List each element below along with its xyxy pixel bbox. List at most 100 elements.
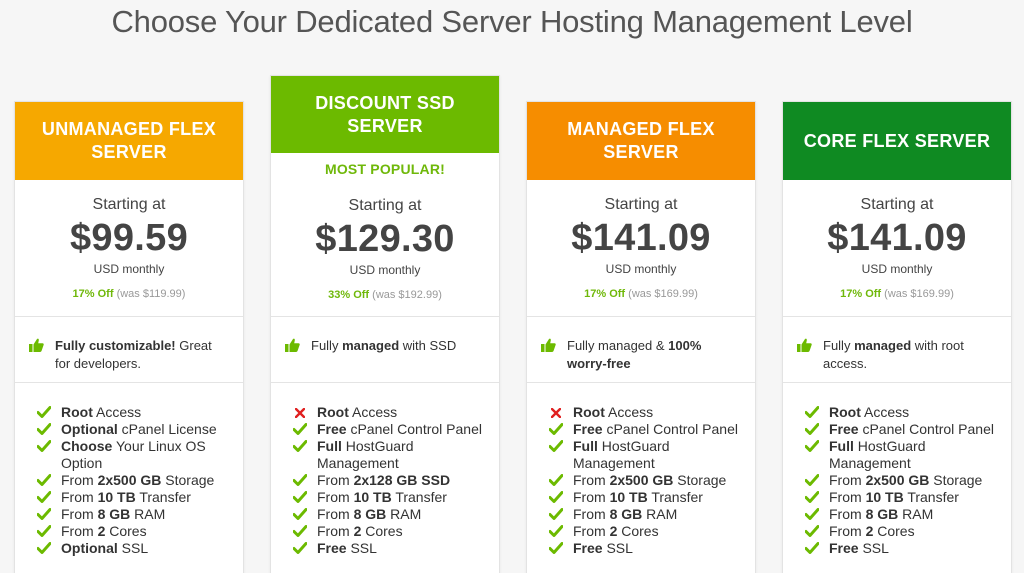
original-price: (was $192.99): [372, 289, 442, 301]
feature-text-part: Cores: [873, 523, 915, 539]
feature-text: Root Access: [317, 404, 397, 421]
checkmark-icon: [293, 525, 309, 540]
feature-text: Full HostGuard Management: [317, 438, 499, 472]
feature-text-part: From: [573, 523, 610, 539]
feature-text-part: SSL: [346, 540, 377, 556]
feature-text-part: Free: [317, 540, 347, 556]
feature-text: From 2 Cores: [829, 523, 915, 540]
feature-text-part: From: [317, 506, 354, 522]
feature-text-part: From: [829, 523, 866, 539]
feature-text: From 2x500 GB Storage: [573, 472, 726, 489]
checkmark-icon: [805, 423, 821, 438]
starting-at-label: Starting at: [860, 196, 934, 213]
plan-name[interactable]: DISCOUNT SSD SERVER: [271, 76, 499, 153]
discount-percent: 17% Off: [72, 288, 114, 300]
plan-card-4[interactable]: CORE FLEX SERVER Starting at $141.09 USD…: [782, 101, 1012, 573]
feature-text: Root Access: [829, 404, 909, 421]
feature-text-part: From: [61, 472, 98, 488]
feature-text-part: cPanel Control Panel: [602, 421, 738, 437]
feature-text: From 10 TB Transfer: [317, 489, 447, 506]
checkmark-icon: [549, 508, 565, 523]
feature-item: Root Access: [37, 404, 243, 421]
checkmark-icon: [37, 423, 53, 438]
plan-name[interactable]: UNMANAGED FLEX SERVER: [15, 102, 243, 180]
feature-text-part: SSL: [117, 540, 149, 556]
plan-name-label: UNMANAGED FLEX SERVER: [41, 119, 217, 162]
discount-info: 17% Off (was $169.99): [527, 288, 755, 300]
feature-item: Free SSL: [293, 540, 499, 557]
price-value: $129.30: [315, 218, 455, 260]
feature-text: Free cPanel Control Panel: [829, 421, 994, 438]
feature-text-part: Access: [860, 404, 910, 420]
checkmark-icon: [37, 525, 53, 540]
plan-card-3[interactable]: MANAGED FLEX SERVER Starting at $141.09 …: [526, 101, 756, 573]
thumbs-up-icon: [797, 338, 815, 382]
feature-list: Root Access Free cPanel Control Panel Full…: [783, 383, 1011, 557]
highlight-text-part: with SSD: [399, 338, 457, 353]
feature-text-part: Cores: [617, 523, 659, 539]
feature-text-part: Access: [604, 404, 654, 420]
feature-text-part: From: [573, 489, 610, 505]
billing-period: USD monthly: [349, 263, 421, 277]
discount-info: 33% Off (was $192.99): [271, 289, 499, 301]
feature-text: From 10 TB Transfer: [573, 489, 703, 506]
price-block: Starting at $129.30 USD monthly 33% Off …: [271, 183, 499, 317]
feature-item: From 2x128 GB SSD: [293, 472, 499, 489]
feature-item: Full HostGuard Management: [293, 438, 499, 472]
plan-highlight: Fully managed with root access.: [783, 317, 1011, 383]
feature-text-part: 2x128 GB SSD: [353, 472, 451, 488]
plan-name-label: CORE FLEX SERVER: [803, 130, 991, 151]
plan-name[interactable]: CORE FLEX SERVER: [783, 102, 1011, 180]
feature-text: From 2x500 GB Storage: [61, 472, 214, 489]
checkmark-icon: [37, 508, 53, 523]
feature-text-part: 8 GB: [865, 506, 899, 522]
feature-text-part: Transfer: [391, 489, 447, 505]
most-popular-badge: MOST POPULAR!: [324, 161, 446, 177]
highlight-text: Fully managed with SSD: [311, 337, 456, 382]
feature-text: From 10 TB Transfer: [61, 489, 191, 506]
feature-item: Full HostGuard Management: [805, 438, 1011, 472]
checkmark-icon: [805, 508, 821, 523]
feature-text-part: Free: [829, 540, 859, 556]
feature-text: Optional cPanel License: [61, 421, 217, 438]
cross-icon: [549, 406, 565, 421]
feature-item: Free SSL: [805, 540, 1011, 557]
plan-card-2[interactable]: DISCOUNT SSD SERVER MOST POPULAR! Startin…: [270, 75, 500, 573]
highlight-text-part: Fully customizable!: [55, 338, 176, 353]
feature-text-part: 2x500 GB: [609, 472, 674, 488]
checkmark-icon: [549, 542, 565, 557]
feature-text-part: 8 GB: [609, 506, 643, 522]
checkmark-icon: [293, 542, 309, 557]
price-value: $141.09: [571, 217, 711, 259]
feature-text-part: Optional: [61, 421, 118, 437]
feature-item: Optional SSL: [37, 540, 243, 557]
feature-text-part: Full: [829, 438, 854, 454]
feature-text: Root Access: [573, 404, 653, 421]
checkmark-icon: [805, 542, 821, 557]
feature-item: Root Access: [805, 404, 1011, 421]
feature-text-part: cPanel Control Panel: [346, 421, 482, 437]
feature-text-part: Root: [573, 404, 605, 420]
plan-name[interactable]: MANAGED FLEX SERVER: [527, 102, 755, 180]
price-block: Starting at $99.59 USD monthly 17% Off (…: [15, 180, 243, 317]
feature-text-part: Free: [573, 540, 603, 556]
checkmark-icon: [549, 525, 565, 540]
feature-text-part: From: [829, 489, 866, 505]
feature-text-part: RAM: [898, 506, 934, 522]
plan-name-label: MANAGED FLEX SERVER: [567, 119, 715, 162]
feature-text-part: cPanel License: [117, 421, 217, 437]
original-price: (was $119.99): [116, 288, 186, 300]
checkmark-icon: [37, 491, 53, 506]
feature-item: Root Access: [293, 404, 499, 421]
feature-text-part: Cores: [361, 523, 403, 539]
discount-percent: 17% Off: [840, 288, 882, 300]
highlight-text: Fully customizable! Great for developers…: [55, 337, 229, 382]
feature-text-part: 2x500 GB: [865, 472, 930, 488]
feature-item: From 2x500 GB Storage: [549, 472, 755, 489]
feature-text: From 8 GB RAM: [61, 506, 165, 523]
feature-list: Root Access Optional cPanel License Choose…: [15, 383, 243, 557]
feature-item: From 8 GB RAM: [805, 506, 1011, 523]
feature-text-part: From: [829, 472, 866, 488]
feature-item: From 2x500 GB Storage: [805, 472, 1011, 489]
plan-card-1[interactable]: UNMANAGED FLEX SERVER Starting at $99.59…: [14, 101, 244, 573]
